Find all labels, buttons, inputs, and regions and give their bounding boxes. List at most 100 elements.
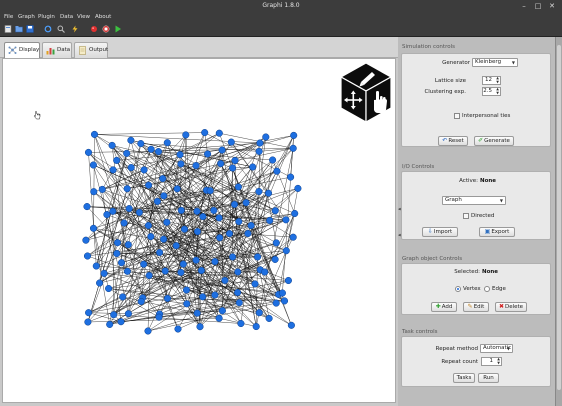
refresh-icon[interactable] — [44, 25, 52, 33]
graph-edge[interactable] — [237, 237, 294, 293]
graph-vertex[interactable] — [271, 255, 279, 263]
scrollbar-thumb[interactable] — [557, 45, 561, 390]
graph-vertex[interactable] — [266, 216, 274, 225]
repeat-method-select[interactable]: Automatic ▼ — [480, 344, 513, 353]
graph-vertex[interactable] — [110, 311, 118, 319]
graph-vertex[interactable] — [174, 325, 182, 333]
io-type-select[interactable]: Graph ▼ — [442, 196, 506, 205]
graph-vertex[interactable] — [218, 307, 226, 315]
graph-vertex[interactable] — [140, 166, 148, 174]
graph-vertex[interactable] — [271, 207, 279, 215]
graph-vertex[interactable] — [278, 289, 286, 297]
graph-vertex[interactable] — [177, 268, 185, 276]
graph-vertex[interactable] — [108, 141, 116, 149]
graph-vertex[interactable] — [125, 205, 133, 213]
edge-radio[interactable] — [484, 286, 490, 292]
stop-icon[interactable] — [102, 25, 110, 33]
graph-vertex[interactable] — [177, 206, 185, 214]
graph-vertex[interactable] — [182, 131, 190, 139]
graph-vertex[interactable] — [145, 181, 153, 189]
delete-button[interactable]: ✖Delete — [495, 302, 527, 312]
lattice-size-spinner[interactable]: 12 ▲ ▼ — [482, 76, 501, 85]
graph-vertex[interactable] — [229, 253, 237, 261]
graph-vertex[interactable] — [251, 280, 259, 288]
graph-vertex[interactable] — [123, 185, 131, 193]
export-button[interactable]: ▣Export — [479, 227, 515, 237]
directed-checkbox[interactable] — [463, 213, 469, 219]
graph-vertex[interactable] — [284, 276, 292, 285]
spinner-arrows-icon[interactable]: ▲ ▼ — [496, 87, 499, 95]
spinner-arrows-icon[interactable]: ▲ ▼ — [497, 357, 500, 365]
graph-vertex[interactable] — [230, 200, 239, 208]
graph-vertex[interactable] — [262, 133, 270, 141]
graph-vertex[interactable] — [192, 256, 200, 264]
graph-vertex[interactable] — [294, 184, 302, 192]
graph-vertex[interactable] — [256, 139, 264, 147]
graph-vertex[interactable] — [264, 189, 273, 197]
graph-vertex[interactable] — [100, 269, 108, 277]
graph-vertex[interactable] — [140, 260, 148, 268]
minimize-icon[interactable]: – — [520, 2, 528, 10]
graph-vertex[interactable] — [206, 187, 214, 195]
graph-vertex[interactable] — [197, 266, 205, 275]
graph-vertex[interactable] — [242, 199, 250, 207]
collapse-io-arrow-icon[interactable]: ◀ — [398, 233, 401, 237]
graph-vertex[interactable] — [113, 239, 122, 247]
graph-vertex[interactable] — [218, 146, 226, 154]
graph-vertex[interactable] — [90, 130, 99, 138]
graph-vertex[interactable] — [106, 320, 114, 328]
clustering-exp-spinner[interactable]: 2.5 ▲ ▼ — [482, 87, 501, 96]
add-button[interactable]: ✚Add — [431, 302, 457, 312]
graph-vertex[interactable] — [117, 318, 125, 326]
graph-vertex[interactable] — [215, 314, 223, 322]
graph-vertex[interactable] — [83, 252, 92, 260]
maximize-icon[interactable]: □ — [534, 2, 542, 10]
graph-vertex[interactable] — [154, 148, 163, 156]
graph-vertex[interactable] — [105, 284, 113, 293]
graph-vertex[interactable] — [84, 318, 92, 326]
play-icon[interactable] — [114, 25, 122, 33]
graph-vertex[interactable] — [193, 207, 201, 215]
graph-vertex[interactable] — [196, 323, 204, 331]
graph-vertex[interactable] — [145, 271, 153, 280]
graph-vertex[interactable] — [231, 156, 239, 165]
graph-vertex[interactable] — [249, 163, 257, 171]
run-button[interactable]: Run — [478, 373, 499, 383]
save-icon[interactable] — [26, 25, 34, 33]
graph-vertex[interactable] — [234, 288, 242, 297]
graph-vertex[interactable] — [153, 197, 161, 205]
graph-vertex[interactable] — [83, 203, 91, 211]
graph-edge[interactable] — [112, 211, 114, 315]
graph-vertex[interactable] — [147, 233, 155, 241]
tab-data[interactable]: Data — [42, 42, 72, 58]
interpersonal-ties-checkbox[interactable] — [454, 113, 460, 119]
graph-vertex[interactable] — [269, 156, 277, 164]
menu-file[interactable]: File — [4, 13, 13, 22]
graph-vertex[interactable] — [113, 249, 121, 258]
graph-vertex[interactable] — [180, 225, 189, 233]
graph-edge[interactable] — [88, 312, 129, 314]
graph-vertex[interactable] — [289, 233, 297, 241]
graph-vertex[interactable] — [199, 213, 207, 221]
graph-vertex[interactable] — [123, 149, 131, 157]
graph-vertex[interactable] — [82, 236, 90, 244]
graph-vertex[interactable] — [119, 293, 127, 301]
menu-graph[interactable]: Graph — [18, 13, 35, 22]
graph-vertex[interactable] — [89, 161, 97, 169]
graph-vertex[interactable] — [163, 139, 171, 147]
plugin-bolt-icon[interactable] — [71, 25, 79, 33]
menu-data[interactable]: Data — [60, 13, 73, 22]
graph-vertex[interactable] — [163, 294, 172, 302]
graph-vertex[interactable] — [216, 234, 224, 242]
graph-edge[interactable] — [94, 134, 260, 144]
reset-button[interactable]: ↶Reset — [438, 136, 468, 146]
graph-vertex[interactable] — [85, 309, 93, 317]
graph-vertex[interactable] — [144, 221, 152, 230]
graph-vertex[interactable] — [176, 151, 184, 159]
graph-vertex[interactable] — [255, 187, 263, 196]
graph-vertex[interactable] — [109, 207, 117, 215]
graph-vertex[interactable] — [225, 230, 234, 238]
graph-vertex[interactable] — [92, 262, 100, 270]
graph-vertex[interactable] — [255, 309, 263, 317]
graph-vertex[interactable] — [282, 216, 290, 224]
